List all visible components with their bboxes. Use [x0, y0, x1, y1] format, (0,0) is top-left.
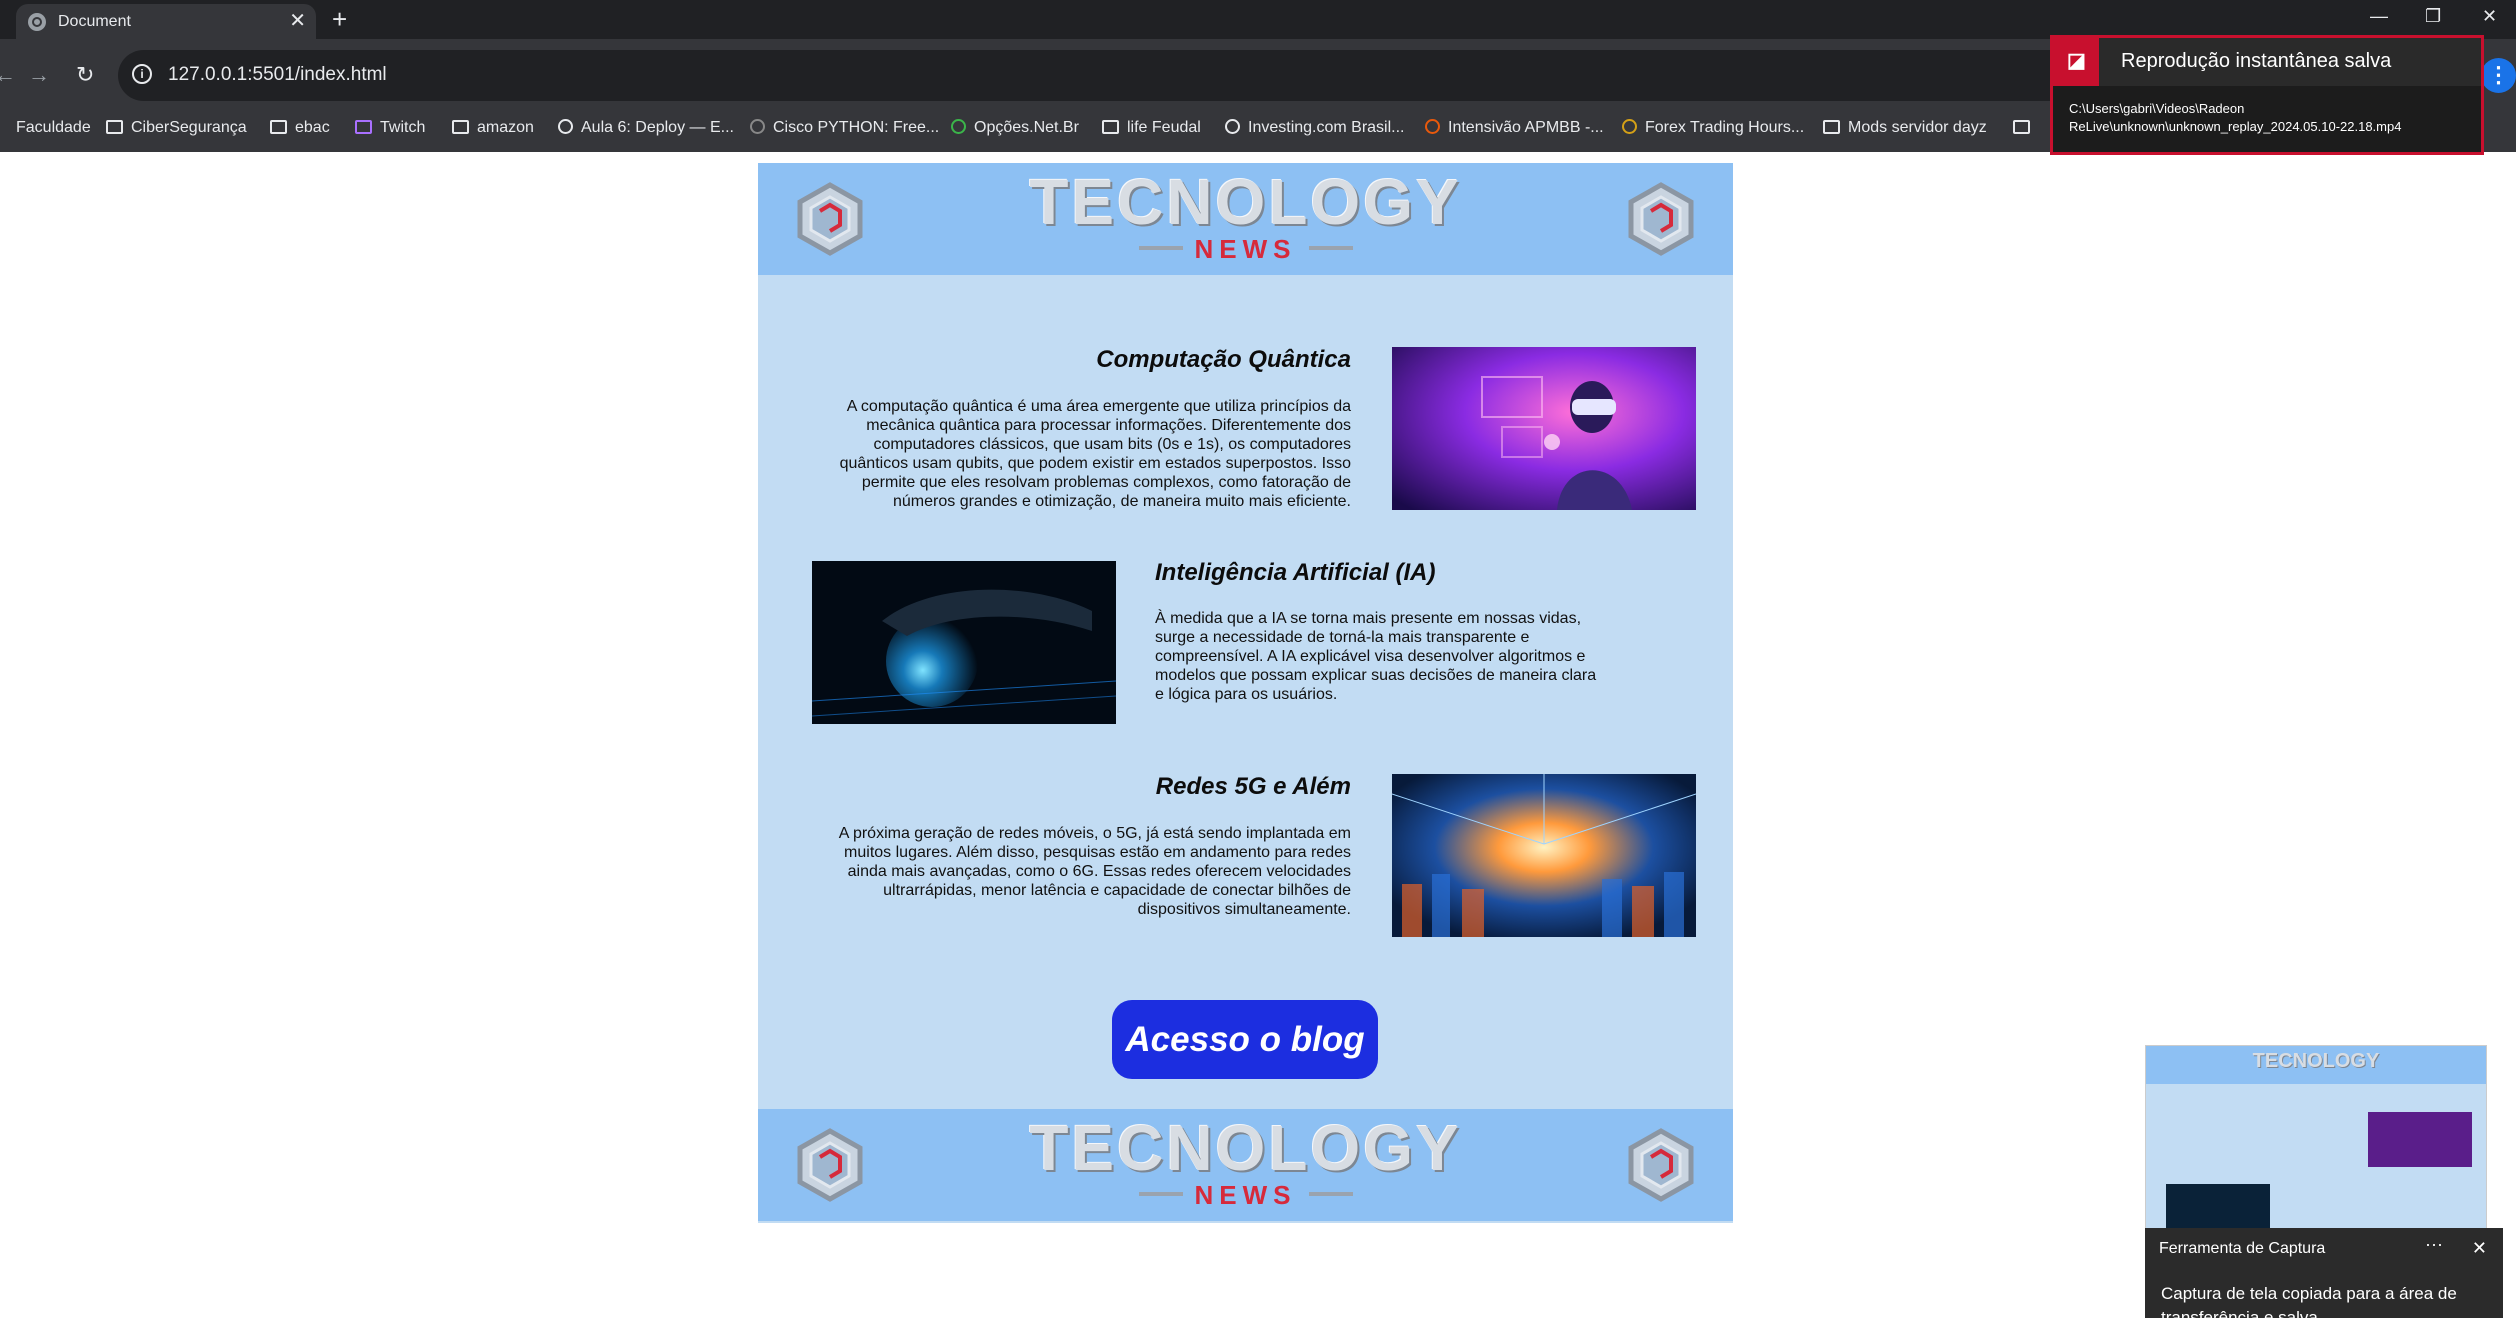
header-banner: TECNOLOGY NEWS	[758, 163, 1733, 275]
article-text: A computação quântica é uma área emergen…	[839, 398, 1351, 510]
bookmark-item[interactable]: amazon	[452, 119, 534, 137]
quantum-vr-image	[1392, 347, 1696, 510]
folder-icon	[0, 120, 8, 134]
close-tab-icon[interactable]: ✕	[289, 10, 306, 32]
address-bar[interactable]: i 127.0.0.1:5501/index.html	[118, 50, 2078, 101]
radeon-notification[interactable]: ◪ Reprodução instantânea salva C:\Users\…	[2050, 35, 2484, 155]
snip-message: Captura de tela copiada para a área de t…	[2161, 1284, 2457, 1327]
ai-globe-image	[812, 561, 1116, 724]
snipping-tool-toast[interactable]: Ferramenta de Captura ··· ✕ Captura de t…	[2145, 1228, 2503, 1327]
globe-icon	[28, 13, 46, 31]
logo-hex-icon	[1628, 182, 1694, 256]
brand-subtitle: NEWS	[1127, 235, 1365, 263]
bookmark-item[interactable]: Aula 6: Deploy — E...	[558, 119, 734, 137]
reload-icon[interactable]: ↻	[76, 63, 94, 87]
bookmark-item[interactable]: CiberSegurança	[106, 119, 247, 137]
close-icon[interactable]: ✕	[2472, 1238, 2487, 1259]
article-text: A próxima geração de redes móveis, o 5G,…	[838, 825, 1351, 918]
logo-hex-icon	[1628, 1128, 1694, 1202]
chart-icon	[951, 119, 966, 134]
cisco-icon	[750, 119, 765, 134]
clock-icon	[1622, 119, 1637, 134]
bookmark-item[interactable]: Investing.com Brasil...	[1225, 119, 1405, 137]
site-icon	[558, 119, 573, 134]
folder-icon	[452, 120, 469, 134]
close-window-icon[interactable]: ✕	[2482, 6, 2497, 27]
url-text[interactable]: 127.0.0.1:5501/index.html	[168, 64, 387, 86]
bookmark-item[interactable]: Twitch	[355, 119, 425, 137]
brand-logo: TECNOLOGY NEWS	[758, 1115, 1733, 1209]
bookmark-item[interactable]: Intensivão APMBB -...	[1425, 119, 1604, 137]
fire-icon	[1425, 119, 1440, 134]
minimize-icon[interactable]: —	[2370, 6, 2388, 27]
brand-title: TECNOLOGY	[1029, 1112, 1462, 1184]
network-city-image	[1392, 774, 1696, 937]
investing-icon	[1225, 119, 1240, 134]
bookmark-folder-more[interactable]	[2013, 119, 2038, 137]
folder-icon	[1823, 120, 1840, 134]
folder-icon	[106, 120, 123, 134]
brand-title: TECNOLOGY	[1029, 166, 1462, 238]
folder-icon	[2013, 120, 2030, 134]
more-options-icon[interactable]: ···	[2425, 1234, 2443, 1255]
article-title: Redes 5G e Além	[1155, 773, 1351, 800]
article-title: Computação Quântica	[1096, 346, 1351, 373]
new-tab-icon[interactable]: +	[332, 4, 347, 34]
blog-access-button[interactable]: Acesso o blog	[1112, 1000, 1378, 1079]
newsletter-page: TECNOLOGY NEWS Computação Quântica A com…	[758, 163, 1733, 1223]
notification-title: Reprodução instantânea salva	[2121, 50, 2392, 72]
snip-app-name: Ferramenta de Captura	[2159, 1240, 2326, 1257]
bookmark-item[interactable]: Mods servidor dayz	[1823, 119, 1987, 137]
bookmark-item[interactable]: Forex Trading Hours...	[1622, 119, 1804, 137]
bookmark-item[interactable]: ebac	[270, 119, 330, 137]
folder-icon	[270, 120, 287, 134]
bookmark-item[interactable]: Cisco PYTHON: Free...	[750, 119, 939, 137]
bookmark-item[interactable]: Faculdade	[0, 119, 91, 137]
bookmark-item[interactable]: life Feudal	[1102, 119, 1201, 137]
browser-tab[interactable]: Document ✕	[16, 4, 316, 39]
site-info-icon[interactable]: i	[132, 64, 152, 84]
article-text: À medida que a IA se torna mais presente…	[1155, 610, 1597, 703]
footer-banner: TECNOLOGY NEWS	[758, 1109, 1733, 1221]
tab-title: Document	[58, 13, 131, 30]
brand-logo: TECNOLOGY NEWS	[758, 169, 1733, 263]
amd-logo-icon: ◪	[2053, 38, 2099, 86]
notification-file-path: C:\Users\gabri\Videos\Radeon ReLive\unkn…	[2069, 101, 2402, 134]
tab-bar: Document ✕ + — ❐ ✕	[0, 0, 2516, 39]
browser-menu-icon[interactable]: ⋮	[2481, 58, 2516, 93]
article-title: Inteligência Artificial (IA)	[1155, 559, 1436, 586]
restore-icon[interactable]: ❐	[2425, 6, 2441, 27]
capture-thumbnail[interactable]: TECNOLOGY	[2145, 1045, 2487, 1237]
back-icon[interactable]: ←	[0, 63, 16, 87]
thumbnail-brand: TECNOLOGY	[2252, 1050, 2380, 1072]
notification-header: ◪ Reprodução instantânea salva	[2053, 38, 2481, 86]
bookmark-item[interactable]: Opções.Net.Br	[951, 119, 1079, 137]
forward-icon[interactable]: →	[28, 63, 50, 87]
brand-subtitle: NEWS	[1127, 1181, 1365, 1209]
folder-icon	[1102, 120, 1119, 134]
twitch-icon	[355, 120, 372, 134]
